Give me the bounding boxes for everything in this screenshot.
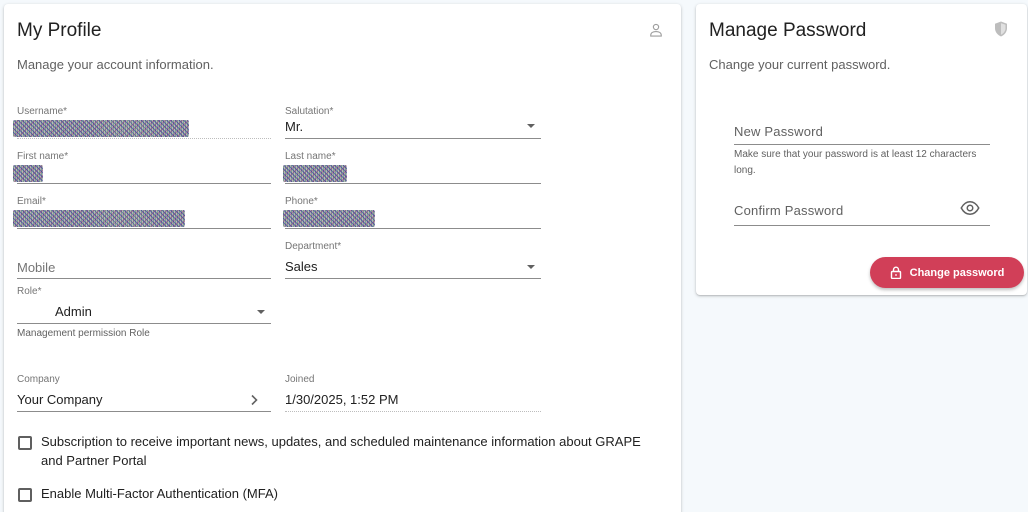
company-label: Company: [17, 374, 60, 385]
password-helper-text: Make sure that your password is at least…: [734, 149, 977, 176]
role-value: Admin: [55, 304, 92, 319]
subscription-checkbox[interactable]: [18, 436, 32, 450]
password-title: Manage Password: [709, 20, 867, 41]
last-name-redacted-value: [283, 165, 347, 182]
password-subtitle: Change your current password.: [709, 57, 891, 72]
first-name-label: First name*: [17, 151, 69, 162]
shield-icon: [995, 21, 1007, 37]
password-card: Manage Password Change your current pass…: [696, 4, 1027, 295]
profile-card: My Profile Manage your account informati…: [4, 4, 681, 512]
role-helper-text: Management permission Role: [17, 328, 150, 339]
phone-label: Phone*: [285, 196, 318, 207]
confirm-password-placeholder: Confirm Password: [734, 203, 844, 218]
salutation-label: Salutation*: [285, 106, 334, 117]
lock-icon: [890, 266, 901, 279]
dropdown-arrow-icon: [257, 310, 265, 314]
eye-icon[interactable]: [960, 200, 980, 216]
mfa-checkbox-row[interactable]: Enable Multi-Factor Authentication (MFA): [18, 484, 656, 503]
email-label: Email*: [17, 196, 46, 207]
subscription-label: Subscription to receive important news, …: [41, 434, 641, 468]
profile-subtitle: Manage your account information.: [17, 57, 214, 72]
chevron-right-icon[interactable]: [249, 394, 259, 406]
joined-label: Joined: [285, 374, 315, 385]
change-password-label: Change password: [909, 266, 1005, 279]
username-redacted-value: [13, 120, 189, 137]
phone-redacted-value: [283, 210, 375, 227]
profile-title: My Profile: [17, 20, 102, 41]
company-value: Your Company: [17, 392, 103, 407]
salutation-value: Mr.: [285, 119, 304, 134]
mfa-checkbox[interactable]: [18, 488, 32, 502]
mobile-placeholder: Mobile: [17, 260, 56, 275]
joined-value: 1/30/2025, 1:52 PM: [285, 392, 399, 407]
dropdown-arrow-icon: [527, 265, 535, 269]
new-password-placeholder: New Password: [734, 124, 824, 139]
department-label: Department*: [285, 241, 342, 252]
dropdown-arrow-icon: [527, 124, 535, 128]
username-label: Username*: [17, 106, 68, 117]
change-password-button[interactable]: Change password: [870, 257, 1024, 288]
department-value: Sales: [285, 259, 318, 274]
role-label: Role*: [17, 286, 42, 297]
subscription-checkbox-row[interactable]: Subscription to receive important news, …: [18, 432, 656, 470]
first-name-redacted-value: [13, 165, 43, 182]
last-name-label: Last name*: [285, 151, 336, 162]
mfa-label: Enable Multi-Factor Authentication (MFA): [41, 486, 278, 501]
person-icon: [650, 23, 662, 37]
email-redacted-value: [13, 210, 185, 227]
